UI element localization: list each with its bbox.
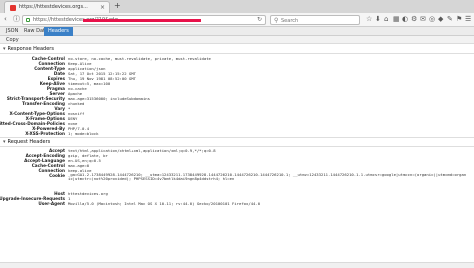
section-divider [0, 53, 474, 54]
collapse-triangle-icon: ▾ [3, 139, 6, 145]
toolbar-tool-icon[interactable]: ⚙ [411, 15, 417, 24]
back-button[interactable]: ‹ [4, 15, 7, 24]
header-row: Cookie _ga=GA1.2.1738449928.1444726210; _… [0, 173, 474, 191]
search-bar[interactable]: ⚲ [270, 15, 360, 25]
toolbar-tool-icon[interactable]: ☰ [465, 15, 471, 24]
response-headers-toggle[interactable]: ▾ Response Headers [3, 46, 54, 52]
status-bar [0, 262, 474, 268]
request-headers-toggle[interactable]: ▾ Request Headers [3, 139, 50, 145]
search-input[interactable] [281, 17, 357, 24]
toolbar-tool-icon[interactable]: ⌂ [384, 15, 388, 24]
info-icon[interactable]: ⓘ [13, 15, 20, 24]
favicon-icon [10, 5, 16, 11]
close-tab-icon[interactable]: × [100, 4, 105, 11]
lock-icon [26, 18, 30, 22]
toolbar-tool-icon[interactable]: ◆ [438, 15, 443, 24]
request-headers-title: Request Headers [7, 139, 51, 145]
header-value: _ga=GA1.2.1738449928.1444726210; __utma=… [68, 173, 467, 182]
toolbar-tool-icon[interactable]: ✉ [420, 15, 426, 24]
search-icon: ⚲ [274, 17, 279, 24]
copy-button[interactable]: Copy [6, 36, 19, 44]
header-name: X-XSS-Protection [25, 131, 65, 136]
header-value: 1; mode=block [68, 131, 99, 136]
section-divider [0, 146, 474, 147]
navigation-bar: ‹ ⓘ https://httestdevices.org/?19&rd= ↻ … [0, 13, 474, 27]
sub-toolbar: Copy [0, 36, 474, 44]
viewer-tabs: JSON Raw Data Headers [0, 27, 474, 36]
header-name: User-Agent [38, 201, 65, 206]
section-divider [0, 137, 474, 138]
tab-title: https://httestdevices.orgs... [19, 4, 88, 10]
toolbar-tool-icon[interactable]: ⬇ [375, 15, 381, 24]
toolbar-tool-icon[interactable]: ▦ [393, 15, 400, 24]
toolbar-tool-icon[interactable]: ⚑ [456, 15, 462, 24]
header-row: X-XSS-Protection 1; mode=block [0, 131, 474, 136]
reload-icon[interactable]: ↻ [257, 16, 262, 23]
tab-strip: https://httestdevices.orgs... × + [0, 0, 474, 13]
new-tab-button[interactable]: + [114, 1, 121, 11]
browser-tab[interactable]: https://httestdevices.orgs... × [4, 1, 110, 13]
toolbar-tool-icon[interactable]: ✎ [447, 15, 453, 24]
redacted-url-mark [83, 19, 201, 22]
toolbar-tool-icon[interactable]: ☆ [366, 15, 372, 24]
toolbar-tool-icon[interactable]: ◐ [402, 15, 408, 24]
tab-headers[interactable]: Headers [44, 27, 73, 36]
header-row: User-Agent Mozilla/5.0 (Macintosh; Intel … [0, 201, 474, 206]
header-name: Cookie [49, 173, 65, 178]
response-headers-title: Response Headers [7, 46, 54, 52]
toolbar-tool-icon[interactable]: ◎ [429, 15, 435, 24]
url-bar[interactable]: https://httestdevices.org/?19&rd= ↻ [22, 15, 266, 25]
header-value: Mozilla/5.0 (Macintosh; Intel Mac OS X 1… [68, 201, 261, 206]
collapse-triangle-icon: ▾ [3, 46, 6, 52]
